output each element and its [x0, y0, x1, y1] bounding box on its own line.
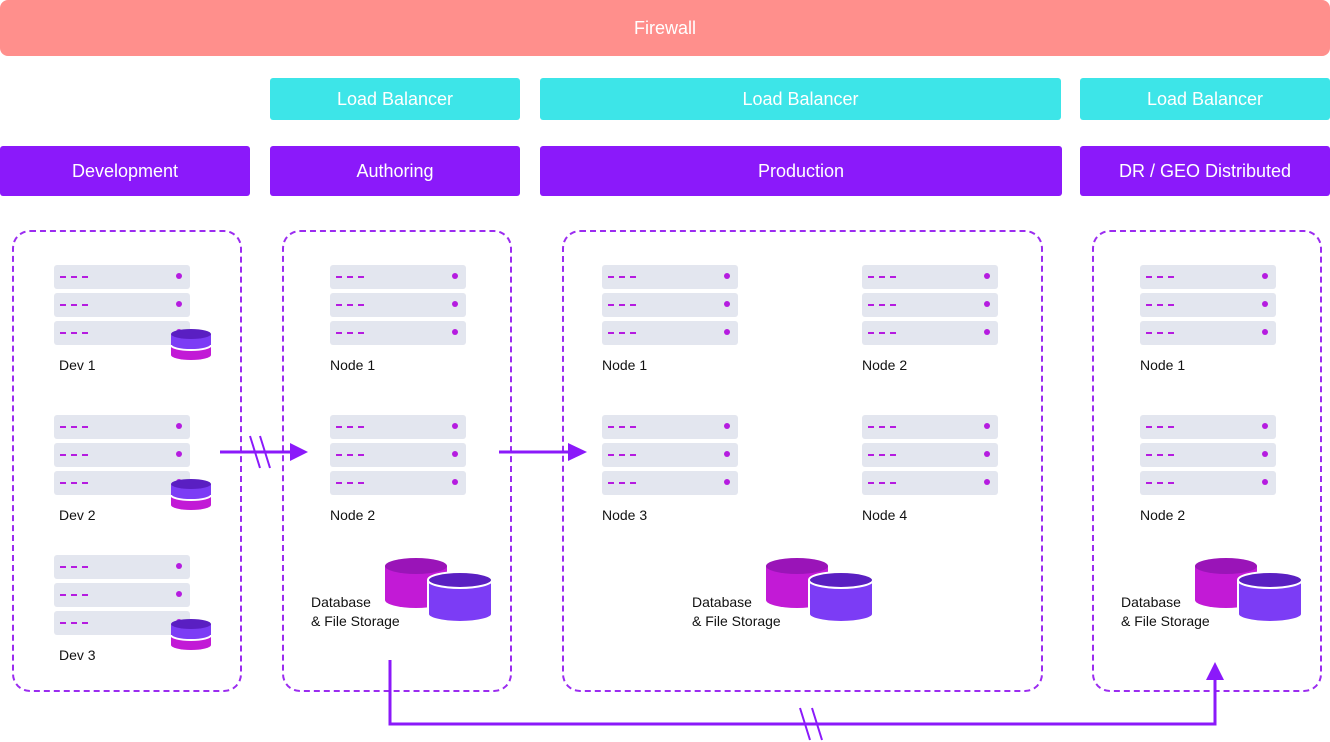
database-icon-production [765, 557, 874, 623]
database-icon-dr [1194, 557, 1303, 623]
database-icon-dev-1 [170, 328, 212, 361]
database-icon-dev-2 [170, 478, 212, 511]
database-icon-authoring [384, 557, 493, 623]
arrow-dev-to-authoring [220, 435, 308, 469]
arrow-authoring-to-production [499, 443, 587, 461]
arrow-storage-replication [388, 660, 1224, 741]
diagram-overlay [170, 328, 1303, 741]
database-icon-dev-3 [170, 618, 212, 651]
